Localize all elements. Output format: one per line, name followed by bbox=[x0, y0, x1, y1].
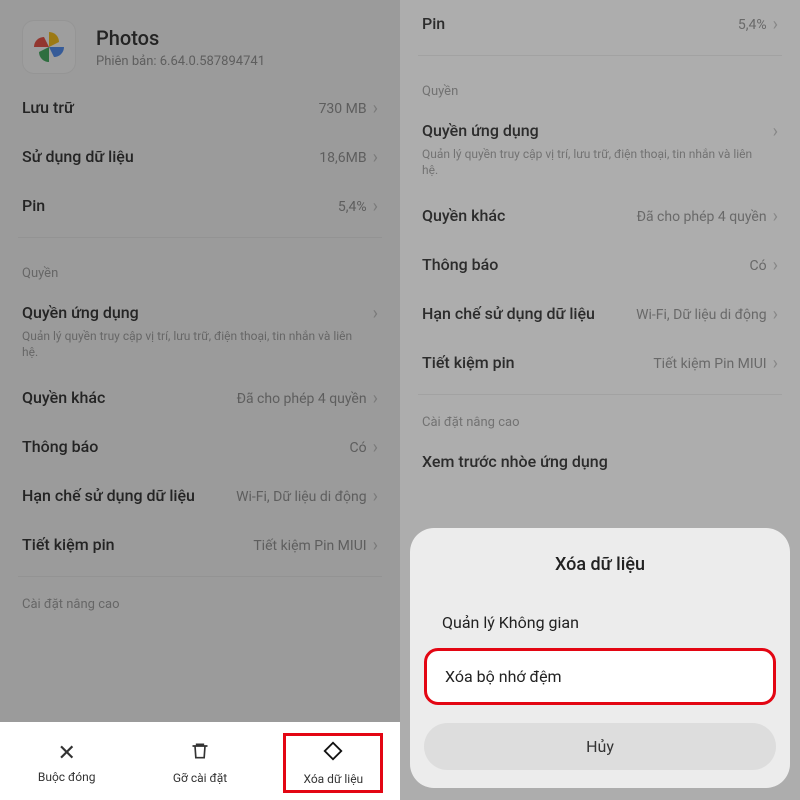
row-storage[interactable]: Lưu trữ 730 MB› bbox=[18, 84, 382, 133]
row-battery-saver[interactable]: Tiết kiệm pin Tiết kiệm Pin MIUI› bbox=[418, 339, 782, 388]
row-blur-preview[interactable]: Xem trước nhòe ứng dụng bbox=[418, 438, 782, 487]
divider bbox=[18, 576, 382, 577]
chevron-right-icon: › bbox=[373, 98, 378, 119]
row-notifications[interactable]: Thông báo Có› bbox=[418, 241, 782, 290]
app-icon bbox=[22, 20, 76, 74]
eraser-icon bbox=[322, 740, 344, 768]
chevron-right-icon: › bbox=[773, 14, 778, 35]
chevron-right-icon: › bbox=[373, 535, 378, 556]
row-battery[interactable]: Pin 5,4%› bbox=[418, 0, 782, 49]
row-other-permissions[interactable]: Quyền khác Đã cho phép 4 quyền› bbox=[18, 374, 382, 423]
divider bbox=[418, 394, 782, 395]
left-screenshot: Photos Phiên bản: 6.64.0.587894741 Lưu t… bbox=[0, 0, 400, 800]
chevron-right-icon: › bbox=[373, 388, 378, 409]
chevron-right-icon: › bbox=[373, 196, 378, 217]
section-advanced: Cài đặt nâng cao bbox=[418, 401, 782, 438]
chevron-right-icon: › bbox=[773, 206, 778, 227]
sheet-title: Xóa dữ liệu bbox=[424, 544, 776, 597]
app-title: Photos bbox=[96, 26, 265, 50]
app-version: Phiên bản: 6.64.0.587894741 bbox=[96, 54, 265, 69]
close-icon: ✕ bbox=[57, 742, 75, 766]
chevron-right-icon: › bbox=[373, 437, 378, 458]
clear-cache-option[interactable]: Xóa bộ nhớ đệm bbox=[424, 648, 776, 705]
row-data-limit[interactable]: Hạn chế sử dụng dữ liệu Wi-Fi, Dữ liệu d… bbox=[418, 290, 782, 339]
cancel-button[interactable]: Hủy bbox=[424, 723, 776, 770]
chevron-right-icon: › bbox=[373, 147, 378, 168]
chevron-right-icon: › bbox=[773, 353, 778, 374]
divider bbox=[418, 55, 782, 56]
row-battery[interactable]: Pin 5,4%› bbox=[18, 182, 382, 231]
chevron-right-icon: › bbox=[773, 255, 778, 276]
force-stop-button[interactable]: ✕ Buộc đóng bbox=[17, 733, 117, 793]
uninstall-button[interactable]: Gỡ cài đặt bbox=[150, 733, 250, 793]
row-app-permissions[interactable]: Quyền ứng dụng › Quản lý quyền truy cập … bbox=[18, 289, 382, 374]
row-notifications[interactable]: Thông báo Có› bbox=[18, 423, 382, 472]
chevron-right-icon: › bbox=[773, 304, 778, 325]
section-permissions: Quyền bbox=[418, 62, 782, 107]
bottom-action-bar: ✕ Buộc đóng Gỡ cài đặt Xóa dữ liệu bbox=[0, 722, 400, 800]
right-screenshot: Pin 5,4%› Quyền Quyền ứng dụng › Quản lý… bbox=[400, 0, 800, 800]
section-advanced: Cài đặt nâng cao bbox=[18, 583, 382, 620]
chevron-right-icon: › bbox=[773, 121, 778, 142]
row-other-permissions[interactable]: Quyền khác Đã cho phép 4 quyền› bbox=[418, 192, 782, 241]
google-photos-icon bbox=[29, 27, 69, 67]
divider bbox=[18, 237, 382, 238]
clear-data-sheet: Xóa dữ liệu Quản lý Không gian Xóa bộ nh… bbox=[410, 528, 790, 788]
trash-icon bbox=[190, 741, 210, 767]
clear-data-button[interactable]: Xóa dữ liệu bbox=[283, 733, 383, 793]
section-permissions: Quyền bbox=[18, 244, 382, 289]
row-data-limit[interactable]: Hạn chế sử dụng dữ liệu Wi-Fi, Dữ liệu d… bbox=[18, 472, 382, 521]
chevron-right-icon: › bbox=[373, 303, 378, 324]
row-app-permissions[interactable]: Quyền ứng dụng › Quản lý quyền truy cập … bbox=[418, 107, 782, 192]
manage-space-option[interactable]: Quản lý Không gian bbox=[424, 597, 776, 648]
chevron-right-icon: › bbox=[373, 486, 378, 507]
row-data-usage[interactable]: Sử dụng dữ liệu 18,6MB› bbox=[18, 133, 382, 182]
app-header: Photos Phiên bản: 6.64.0.587894741 bbox=[0, 0, 400, 84]
row-battery-saver[interactable]: Tiết kiệm pin Tiết kiệm Pin MIUI› bbox=[18, 521, 382, 570]
